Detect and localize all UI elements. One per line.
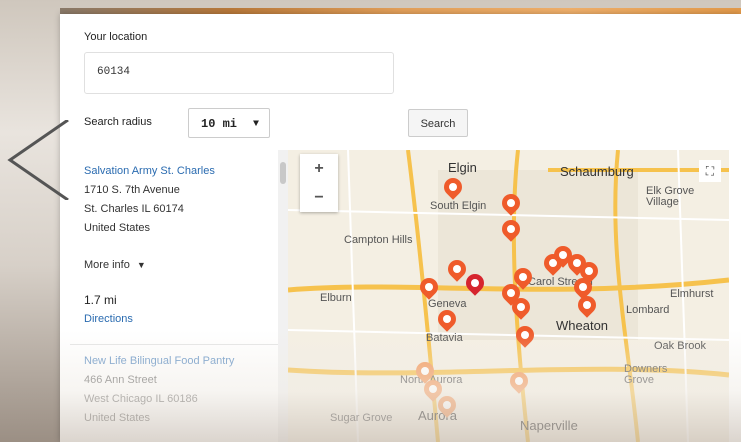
search-button[interactable]: Search — [408, 109, 468, 137]
map-label-elk-grove: Elk Grove Village — [646, 185, 695, 208]
directions-link[interactable]: Directions — [84, 310, 215, 329]
location-input[interactable]: 60134 — [84, 52, 394, 94]
result-name[interactable]: New Life Bilingual Food Pantry — [84, 352, 234, 371]
zoom-controls: + − — [300, 154, 338, 212]
list-item: New Life Bilingual Food Pantry 466 Ann S… — [84, 352, 234, 428]
map-label-lombard: Lombard — [626, 304, 670, 316]
map-label-schaumburg: Schaumburg — [560, 164, 634, 179]
map-label-elmhurst: Elmhurst — [670, 288, 714, 300]
location-label: Your location — [84, 31, 148, 43]
list-item: Salvation Army St. Charles 1710 S. 7th A… — [84, 162, 215, 329]
zoom-in-button[interactable]: + — [300, 154, 338, 183]
map-label-geneva: Geneva — [428, 298, 467, 310]
zoom-out-button[interactable]: − — [300, 183, 338, 212]
map-label-south-elgin: South Elgin — [430, 200, 487, 212]
result-street: 466 Ann Street — [84, 374, 157, 386]
result-street: 1710 S. 7th Avenue — [84, 184, 180, 196]
map-label-campton-hills: Campton Hills — [344, 234, 413, 246]
result-name[interactable]: Salvation Army St. Charles — [84, 162, 215, 181]
map-label-naperville: Naperville — [520, 418, 578, 433]
caret-down-icon: ▼ — [136, 260, 146, 270]
radius-value: 10 mi — [201, 117, 238, 131]
radius-select[interactable]: 10 mi ▼ — [188, 108, 270, 138]
results-list: Salvation Army St. Charles 1710 S. 7th A… — [70, 150, 292, 442]
more-info-toggle[interactable]: More info ▼ — [84, 256, 215, 275]
result-city: West Chicago IL 60186 — [84, 393, 198, 405]
dropdown-arrow-icon: ▼ — [252, 119, 259, 130]
fullscreen-icon[interactable]: ⛶ — [699, 160, 721, 182]
map-label-batavia: Batavia — [426, 332, 463, 344]
map-label-wheaton: Wheaton — [556, 318, 609, 333]
result-distance: 1.7 mi — [84, 293, 117, 307]
scrollbar-thumb[interactable] — [280, 162, 286, 184]
map-label-oak-brook: Oak Brook — [654, 340, 706, 352]
map[interactable]: + − ⛶ Elgin Schaumburg Elk Grove Village… — [288, 150, 729, 442]
map-label-elburn: Elburn — [320, 292, 352, 304]
divider — [70, 344, 280, 345]
result-country: United States — [84, 222, 151, 234]
list-scrollbar[interactable] — [278, 150, 288, 442]
radius-label: Search radius — [84, 116, 152, 128]
map-label-sugar-grove: Sugar Grove — [330, 412, 393, 424]
result-country: United States — [84, 412, 151, 424]
map-label-elgin: Elgin — [448, 160, 477, 175]
result-city: St. Charles IL 60174 — [84, 203, 184, 215]
chevron-decoration — [7, 120, 69, 200]
more-info-label: More info — [84, 259, 130, 271]
map-label-downers-grove: Downers Grove — [624, 363, 668, 386]
